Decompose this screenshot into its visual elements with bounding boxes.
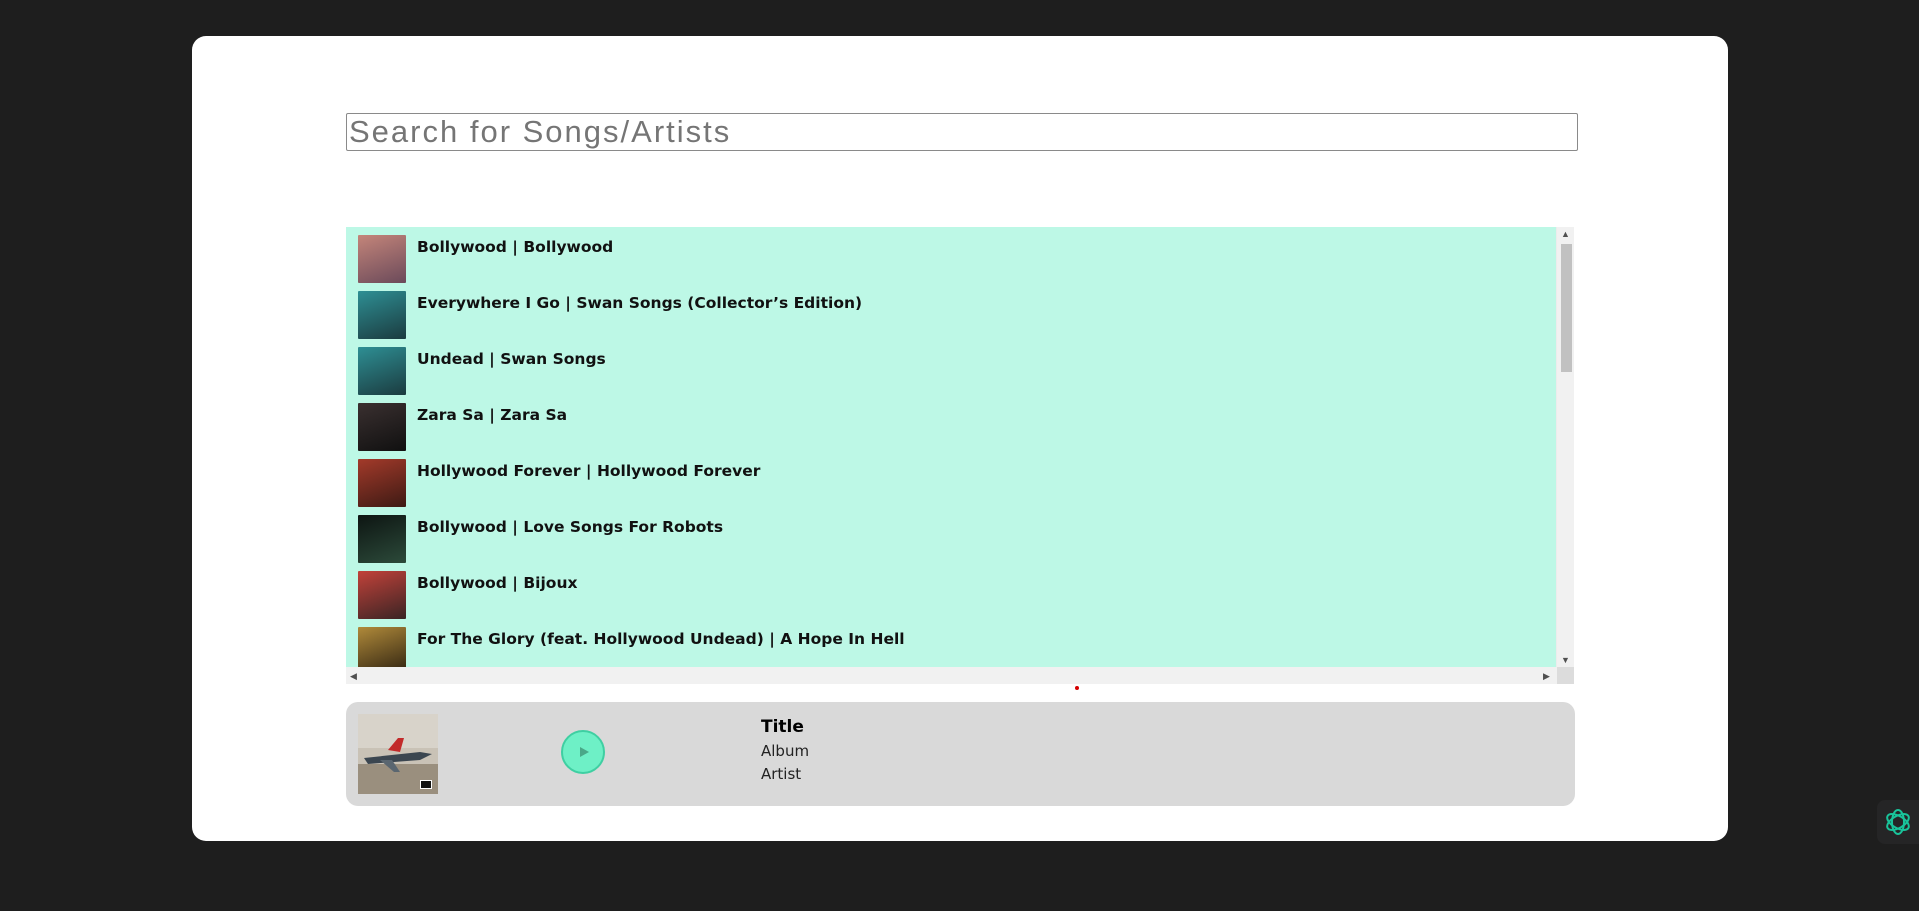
song-label: Bollywood | Bollywood bbox=[417, 238, 614, 256]
song-list-item[interactable]: Zara Sa | Zara Sa bbox=[346, 395, 1556, 451]
song-label: Hollywood Forever | Hollywood Forever bbox=[417, 462, 761, 480]
horizontal-scrollbar[interactable]: ◀ ▶ bbox=[346, 667, 1557, 684]
album-cover bbox=[358, 714, 438, 794]
song-list-item[interactable]: Hollywood Forever | Hollywood Forever bbox=[346, 451, 1556, 507]
track-artist: Artist bbox=[761, 765, 802, 783]
song-list-item[interactable]: Everywhere I Go | Swan Songs (Collector’… bbox=[346, 283, 1556, 339]
song-list-item[interactable]: Bollywood | Bollywood bbox=[346, 227, 1556, 283]
track-info: Title Album Artist bbox=[761, 717, 809, 783]
player-bar: Title Album Artist bbox=[346, 702, 1575, 806]
song-thumbnail bbox=[358, 403, 406, 451]
scrollbar-corner bbox=[1557, 667, 1574, 684]
song-list-item[interactable]: Bollywood | Love Songs For Robots bbox=[346, 507, 1556, 563]
search-input[interactable] bbox=[346, 113, 1578, 151]
song-thumbnail bbox=[358, 459, 406, 507]
song-thumbnail bbox=[358, 627, 406, 667]
song-list: Bollywood | Bollywood Everywhere I Go | S… bbox=[346, 227, 1556, 667]
song-thumbnail bbox=[358, 291, 406, 339]
indicator-dot bbox=[1075, 686, 1079, 690]
song-label: For The Glory (feat. Hollywood Undead) |… bbox=[417, 630, 905, 648]
scrollbar-thumb[interactable] bbox=[1561, 244, 1572, 372]
track-title: Title bbox=[761, 717, 804, 737]
main-card: Bollywood | Bollywood Everywhere I Go | S… bbox=[192, 36, 1728, 841]
vertical-scrollbar[interactable]: ▲ ▼ bbox=[1557, 227, 1574, 667]
song-thumbnail bbox=[358, 235, 406, 283]
song-list-item[interactable]: Bollywood | Bijoux bbox=[346, 563, 1556, 619]
play-icon bbox=[580, 747, 589, 757]
assistant-button[interactable] bbox=[1877, 800, 1919, 844]
song-list-container: Bollywood | Bollywood Everywhere I Go | S… bbox=[346, 227, 1574, 684]
song-label: Bollywood | Love Songs For Robots bbox=[417, 518, 724, 536]
song-label: Everywhere I Go | Swan Songs (Collector’… bbox=[417, 294, 863, 312]
song-thumbnail bbox=[358, 571, 406, 619]
scroll-right-icon[interactable]: ▶ bbox=[1543, 671, 1550, 681]
song-thumbnail bbox=[358, 347, 406, 395]
play-button[interactable] bbox=[561, 730, 605, 774]
scroll-left-icon[interactable]: ◀ bbox=[350, 671, 357, 681]
song-label: Bollywood | Bijoux bbox=[417, 574, 578, 592]
song-thumbnail bbox=[358, 515, 406, 563]
song-label: Zara Sa | Zara Sa bbox=[417, 406, 568, 424]
scroll-down-icon[interactable]: ▼ bbox=[1561, 655, 1570, 665]
song-label: Undead | Swan Songs bbox=[417, 350, 606, 368]
song-list-item[interactable]: For The Glory (feat. Hollywood Undead) |… bbox=[346, 619, 1556, 667]
scroll-up-icon[interactable]: ▲ bbox=[1561, 229, 1570, 239]
openai-logo-icon bbox=[1886, 809, 1910, 835]
song-list-item[interactable]: Undead | Swan Songs bbox=[346, 339, 1556, 395]
track-album: Album bbox=[761, 742, 810, 760]
